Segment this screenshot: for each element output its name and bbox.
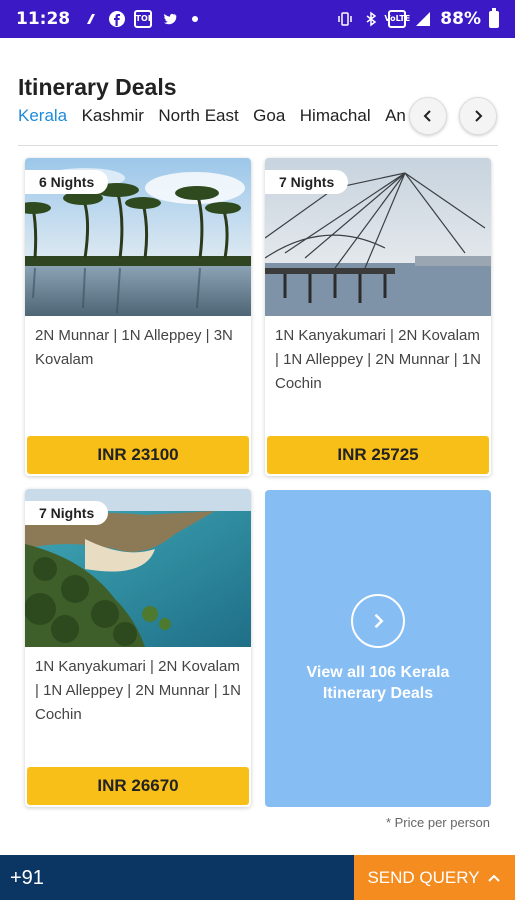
view-all-label: View all 106 Kerala Itinerary Deals xyxy=(306,664,450,702)
send-query-label: SEND QUERY xyxy=(367,867,480,887)
battery-percentage: 88% xyxy=(440,9,481,29)
vibrate-icon xyxy=(336,10,354,28)
tab-north-east[interactable]: North East xyxy=(158,106,238,126)
nights-badge: 6 Nights xyxy=(25,170,109,194)
chevron-right-icon xyxy=(475,110,483,122)
bottom-bar: +91 SEND QUERY xyxy=(0,855,515,900)
twitter-icon xyxy=(160,10,178,28)
deal-description: 2N Munnar | 1N Alleppey | 3N Kovalam xyxy=(35,327,233,368)
view-all-button[interactable] xyxy=(351,594,405,648)
chevron-up-icon xyxy=(487,874,500,882)
tab-himachal[interactable]: Himachal xyxy=(300,106,371,126)
section-title: Itinerary Deals xyxy=(18,74,177,100)
send-query-button[interactable]: SEND QUERY xyxy=(354,855,515,900)
deal-description: 1N Kanyakumari | 2N Kovalam | 1N Alleppe… xyxy=(35,658,241,723)
status-time: 11:28 xyxy=(16,9,71,29)
notification-icons: TOI xyxy=(82,10,204,28)
system-icons: VoLTE 88% xyxy=(336,7,499,29)
status-bar: 11:28 TOI VoLTE 88% xyxy=(0,0,515,38)
nights-badge: 7 Nights xyxy=(25,501,109,525)
deal-price-button[interactable]: INR 23100 xyxy=(27,436,249,474)
tab-kashmir[interactable]: Kashmir xyxy=(82,106,144,126)
tabs-prev-button[interactable] xyxy=(409,97,447,135)
volte-icon: VoLTE xyxy=(384,10,410,28)
tabs-next-button[interactable] xyxy=(459,97,497,135)
deal-price-button[interactable]: INR 26670 xyxy=(27,767,249,805)
deal-price-button[interactable]: INR 25725 xyxy=(267,436,489,474)
destination-tabs: Kerala Kashmir North East Goa Himachal A… xyxy=(18,106,405,130)
chevron-left-icon xyxy=(423,110,431,122)
app-icon xyxy=(82,10,100,28)
bluetooth-icon xyxy=(362,10,380,28)
deal-card[interactable]: 7 Nights 1N Kanyakumari | 2N Kovalam | 1… xyxy=(265,158,491,476)
deal-card[interactable]: 7 Nights 1N Kanyakumari | 2N Kovalam | 1… xyxy=(25,489,251,807)
tab-andaman[interactable]: Andaman xyxy=(385,106,405,126)
chevron-right-icon xyxy=(374,613,384,629)
tab-kerala[interactable]: Kerala xyxy=(18,106,67,126)
dot-icon xyxy=(186,10,204,28)
country-code[interactable]: +91 xyxy=(10,867,44,890)
facebook-icon xyxy=(108,10,126,28)
tab-goa[interactable]: Goa xyxy=(253,106,285,126)
tabs-divider xyxy=(18,145,498,146)
deal-description: 1N Kanyakumari | 2N Kovalam | 1N Alleppe… xyxy=(275,327,481,392)
signal-icon xyxy=(414,10,432,28)
nights-badge: 7 Nights xyxy=(265,170,349,194)
view-all-deals-card[interactable]: View all 106 Kerala Itinerary Deals xyxy=(265,490,491,807)
deal-card[interactable]: 6 Nights 2N Munnar | 1N Alleppey | 3N Ko… xyxy=(25,158,251,476)
toi-icon: TOI xyxy=(134,10,153,28)
price-footnote: * Price per person xyxy=(385,815,490,830)
battery-icon xyxy=(489,7,499,28)
